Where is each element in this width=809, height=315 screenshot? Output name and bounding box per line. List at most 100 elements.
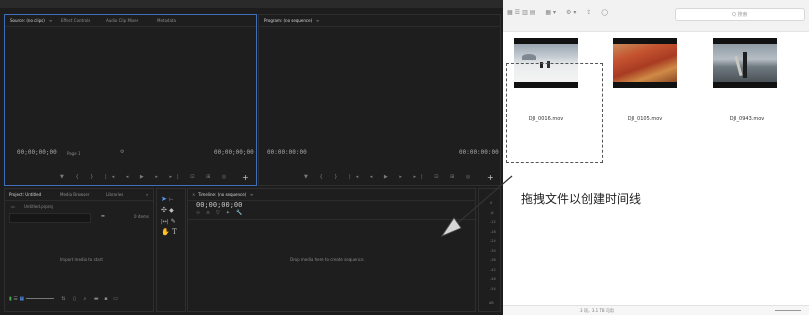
new-item-icon[interactable]: ▪ [104, 296, 107, 302]
tab-project[interactable]: Project: Untitled [9, 192, 41, 197]
hand-tool-icon[interactable]: ✋ [161, 228, 170, 236]
clear-icon[interactable]: ▭ [113, 296, 118, 302]
razor-tool-icon[interactable]: ◆ [169, 207, 174, 214]
red-mountains-image [613, 44, 677, 82]
source-settings-icon[interactable]: ⚙ [120, 149, 124, 155]
source-timecode-right: 00;00;00;00 [214, 149, 254, 156]
slip-tool-icon[interactable]: |↔| [161, 219, 169, 225]
file-item[interactable]: DJI_0105.mov [613, 38, 683, 130]
snap-icon[interactable]: ⊹ [196, 210, 206, 216]
share-button[interactable]: ⇪ [586, 9, 593, 16]
export-frame-icon[interactable]: ◎ [222, 174, 231, 180]
finder-search-input[interactable]: Q 搜索 [675, 8, 805, 21]
list-view-button[interactable]: ☰ [515, 9, 522, 16]
selection-tool-icon[interactable]: ➤ [161, 195, 167, 203]
meter-db-label: dB [489, 301, 494, 305]
tab-timeline[interactable]: Timeline: (no sequence) [198, 192, 246, 197]
mark-in-icon[interactable]: ▼ [60, 174, 69, 180]
step-back-icon[interactable]: ◂ [126, 174, 134, 180]
prog-play-icon[interactable]: ▶ [384, 174, 393, 180]
video-thumbnail[interactable] [713, 38, 777, 88]
project-items-count: 0 items [134, 214, 149, 219]
app-top-strip [0, 0, 503, 8]
add-marker-icon[interactable]: { [75, 174, 83, 180]
timeline-tab-menu-icon[interactable]: ≡ [250, 192, 253, 197]
file-name-dji-0943: DJI_0943.mov [729, 116, 765, 122]
go-to-out-icon[interactable]: ▸| [169, 174, 183, 180]
timeline-settings-icon[interactable]: ✦ [226, 210, 236, 216]
premiere-window: Source: (no clips) ≡ Effect Controls Aud… [0, 0, 503, 314]
finder-status-text: 3 项，3.1 TB 可用 [580, 308, 614, 313]
find-icon[interactable]: ⌕ [84, 296, 87, 302]
project-panel[interactable]: Project: Untitled Media Browser Librarie… [4, 188, 154, 312]
group-button[interactable]: ▦▾ [545, 9, 558, 16]
view-mode-buttons: ▦☰▥▤ ▦▾ ⚙▾ ⇪ ◯ [507, 9, 610, 16]
linked-selection-icon[interactable]: ∩ [206, 210, 216, 216]
icon-view-icon[interactable]: ▦ [19, 296, 24, 302]
program-tab-menu-icon[interactable]: ≡ [316, 18, 319, 23]
tab-metadata[interactable]: Metadata [157, 18, 176, 23]
icon-size-slider[interactable] [775, 310, 801, 311]
program-tab-row: Program: (no sequence) ≡ [259, 15, 500, 27]
type-tool-icon[interactable]: T [172, 228, 177, 236]
go-to-in-icon[interactable]: |◂ [105, 174, 119, 180]
insert-icon[interactable]: ⊡ [190, 174, 199, 180]
project-file-name: Untitled.prproj [24, 204, 53, 209]
prog-mark-open-icon[interactable]: { [319, 174, 327, 180]
tab-libraries[interactable]: Libraries [106, 192, 123, 197]
video-thumbnail[interactable] [613, 38, 677, 88]
finder-toolbar: ▦☰▥▤ ▦▾ ⚙▾ ⇪ ◯ Q 搜索 [503, 0, 809, 32]
list-view-icon[interactable]: ☰ [13, 296, 17, 302]
prog-mark-in-icon[interactable]: ▼ [304, 174, 313, 180]
action-button[interactable]: ⚙▾ [566, 9, 578, 16]
source-monitor-panel[interactable]: Source: (no clips) ≡ Effect Controls Aud… [4, 14, 257, 186]
tab-audio-clip-mixer[interactable]: Audio Clip Mixer [106, 18, 138, 23]
sort-icon[interactable]: ⇅ [61, 296, 65, 302]
prog-step-fwd-icon[interactable]: ▸ [399, 174, 407, 180]
zoom-slider[interactable] [25, 298, 54, 299]
program-monitor-panel[interactable]: Program: (no sequence) ≡ 00:00:00:00 00:… [258, 14, 501, 186]
project-tab-row: Project: Untitled Media Browser Librarie… [5, 189, 153, 201]
lock-icon[interactable]: ▮ [9, 296, 12, 302]
project-file-icon: ▭ [11, 204, 15, 209]
source-fit-dropdown[interactable]: Page 1 [67, 151, 81, 156]
new-bin-icon[interactable]: ▬ [101, 213, 105, 218]
pen-tool-icon[interactable]: ✎ [171, 218, 176, 225]
source-add-button[interactable]: + [242, 173, 249, 182]
drag-instruction-label: 拖拽文件以创建时间线 [521, 192, 642, 206]
play-icon[interactable]: ▶ [140, 174, 149, 180]
tab-source[interactable]: Source: (no clips) [10, 18, 45, 23]
track-select-tool-icon[interactable]: ⊢ [169, 197, 173, 203]
prog-go-out-icon[interactable]: ▸| [413, 174, 427, 180]
step-forward-icon[interactable]: ▸ [155, 174, 163, 180]
project-empty-message: Import media to start [60, 257, 103, 262]
ripple-edit-tool-icon[interactable]: ✣ [161, 206, 167, 214]
mark-out-icon[interactable]: } [90, 174, 98, 180]
source-tab-menu-icon[interactable]: ≡ [49, 18, 52, 23]
prog-step-back-icon[interactable]: ◂ [370, 174, 378, 180]
tab-effect-controls[interactable]: Effect Controls [61, 18, 90, 23]
tag-button[interactable]: ◯ [601, 9, 610, 16]
automate-icon[interactable]: ▯ [73, 296, 76, 302]
project-bottom-toolbar: ▮ ☰ ▦ ⇅ ▯ ⌕ ▬ ▪ ▭ [9, 296, 153, 304]
meter-tick: -48 [490, 277, 496, 281]
prog-mark-close-icon[interactable]: } [334, 174, 342, 180]
prog-go-in-icon[interactable]: |◂ [349, 174, 363, 180]
project-search-input[interactable] [9, 213, 91, 223]
tab-program[interactable]: Program: (no sequence) [264, 18, 312, 23]
gallery-view-button[interactable]: ▤ [530, 9, 538, 16]
program-timecode-left: 00:00:00:00 [267, 149, 307, 156]
tools-grid: ➤ ⊢ ✣ ◆ |↔| ✎ ✋ T [161, 194, 185, 237]
overwrite-icon[interactable]: ⊞ [206, 174, 215, 180]
timeline-close-icon[interactable]: × [192, 192, 195, 197]
wrench-icon[interactable]: 🔧 [236, 210, 248, 216]
timeline-toolbar: ⊹∩▽✦🔧 [196, 210, 248, 216]
panel-overflow-icon[interactable]: » [146, 192, 148, 197]
tab-media-browser[interactable]: Media Browser [60, 192, 90, 197]
add-marker-tl-icon[interactable]: ▽ [216, 210, 226, 216]
file-item[interactable]: DJI_0943.mov [713, 38, 783, 130]
column-view-button[interactable]: ▥ [522, 9, 530, 16]
new-bin-bottom-icon[interactable]: ▬ [94, 296, 99, 302]
icon-view-button[interactable]: ▦ [507, 9, 515, 16]
tools-panel: ➤ ⊢ ✣ ◆ |↔| ✎ ✋ T [156, 188, 186, 312]
